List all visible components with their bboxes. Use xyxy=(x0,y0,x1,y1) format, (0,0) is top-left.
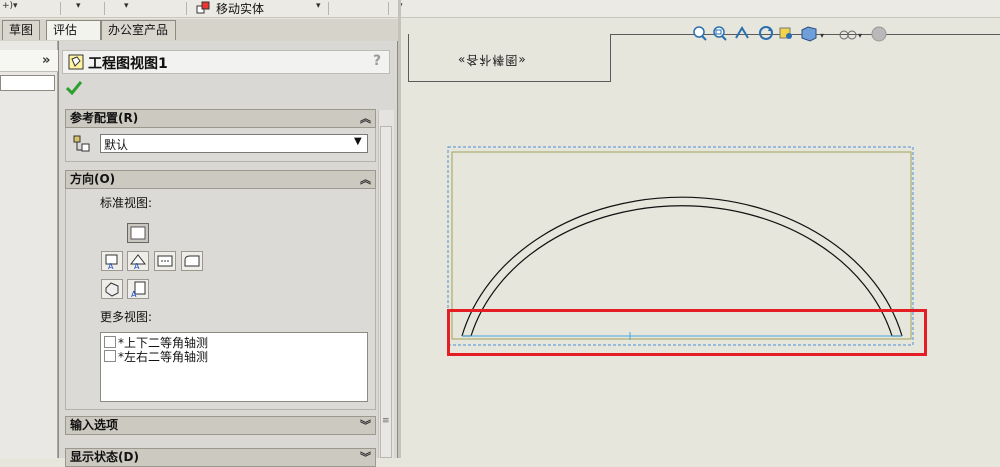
top-toolbar: +)▾ ▾ ▾ 移动实体 ▾ ▾ xyxy=(0,0,1000,18)
section-label: 显示状态(D) xyxy=(70,450,139,464)
scrollbar-thumb[interactable] xyxy=(380,126,392,458)
configuration-select-value: 默认 xyxy=(104,138,129,152)
left-view-icon xyxy=(184,255,200,267)
bottom-view-icon: A xyxy=(131,281,146,299)
display-style-icon[interactable] xyxy=(871,26,887,42)
scroll-grip-icon: ≡ xyxy=(382,416,390,426)
tab-sketch[interactable]: 草图 xyxy=(2,20,41,40)
move-solid-button-label[interactable]: 移动实体 xyxy=(216,0,264,17)
chevron-down-icon[interactable]: ▾ xyxy=(858,31,862,40)
checkbox[interactable] xyxy=(104,350,116,362)
view-isometric-button[interactable] xyxy=(101,279,123,299)
move-solid-icon[interactable] xyxy=(196,1,210,15)
view-current-button[interactable] xyxy=(127,223,149,243)
hide-show-icon[interactable] xyxy=(839,30,857,40)
collapse-up-icon[interactable]: ︽ xyxy=(360,171,371,188)
previous-view-icon[interactable] xyxy=(735,26,749,39)
section-reference-config[interactable]: 参考配置(R) ︽ xyxy=(65,109,376,128)
right-view-icon xyxy=(157,255,173,267)
top-view-icon: A xyxy=(129,254,147,271)
zoom-to-area-icon[interactable] xyxy=(713,26,727,41)
collapse-chevrons-icon[interactable]: » xyxy=(42,53,50,68)
configuration-select[interactable] xyxy=(100,134,368,153)
toolbar-separator xyxy=(186,2,187,15)
checkmark-icon[interactable] xyxy=(66,79,82,95)
toolbar-separator xyxy=(328,2,329,15)
svg-text:A: A xyxy=(134,262,140,270)
zoom-to-fit-icon[interactable] xyxy=(693,26,707,41)
checkbox[interactable] xyxy=(104,336,116,348)
section-label: 输入选项 xyxy=(70,418,119,432)
view-bottom-button[interactable]: A xyxy=(127,279,149,299)
view-front-button[interactable]: A xyxy=(101,251,123,271)
heads-up-view-toolbar: ▾ ▾ xyxy=(693,26,887,42)
command-manager-tabs: 草图 评估 办公室产品 xyxy=(0,19,400,41)
view-right-button[interactable] xyxy=(154,251,176,271)
chevron-down-icon[interactable]: ▼ xyxy=(354,136,362,147)
property-manager-title: 工程图视图1 xyxy=(88,56,168,72)
view-left-button[interactable] xyxy=(181,251,203,271)
rotate-icon[interactable] xyxy=(759,26,773,40)
more-views-label: 更多视图: xyxy=(100,310,153,324)
title-block-text: «各补棒图» xyxy=(458,53,527,67)
section-import-options[interactable]: 输入选项 ︾ xyxy=(65,416,376,435)
section-label: 方向(O) xyxy=(70,172,116,186)
front-view-icon: A xyxy=(105,254,118,271)
expand-down-icon[interactable]: ︾ xyxy=(360,417,371,434)
toolbar-dropdown-arrow[interactable]: ▾ xyxy=(76,1,81,11)
toolbar-dropdown-arrow[interactable]: ▾ xyxy=(124,1,129,11)
view-top-button[interactable]: A xyxy=(127,251,149,271)
svg-text:A: A xyxy=(108,262,114,270)
toolbar-separator xyxy=(388,2,389,15)
help-icon[interactable]: ? xyxy=(373,53,381,69)
section-label: 参考配置(R) xyxy=(70,111,139,125)
feature-tree-strip xyxy=(0,41,58,458)
drawing-view-icon xyxy=(68,54,84,70)
list-item[interactable]: *左右二等角轴测 xyxy=(104,348,208,365)
pan-icon[interactable] xyxy=(779,27,792,39)
highlight-annotation xyxy=(447,309,927,356)
toolbar-dropdown-arrow[interactable]: ▾ xyxy=(316,1,321,11)
collapse-up-icon[interactable]: ︽ xyxy=(360,110,371,127)
list-item-label: *左右二等角轴测 xyxy=(118,350,209,364)
isometric-view-icon xyxy=(105,282,119,297)
toolbar-dropdown-arrow[interactable]: +)▾ xyxy=(2,1,18,11)
tab-office-products[interactable]: 办公室产品 xyxy=(101,20,176,40)
standard-views-label: 标准视图: xyxy=(100,196,153,210)
section-orientation[interactable]: 方向(O) ︽ xyxy=(65,170,376,189)
svg-text:A: A xyxy=(131,290,137,298)
filter-input[interactable] xyxy=(0,75,55,91)
view-orientation-icon[interactable] xyxy=(801,26,817,42)
current-view-icon xyxy=(130,226,146,240)
toolbar-separator xyxy=(60,2,61,15)
configuration-icon xyxy=(73,135,90,152)
toolbar-separator xyxy=(104,2,105,15)
chevron-down-icon[interactable]: ▾ xyxy=(820,31,824,40)
tab-evaluate[interactable]: 评估 xyxy=(46,20,101,40)
